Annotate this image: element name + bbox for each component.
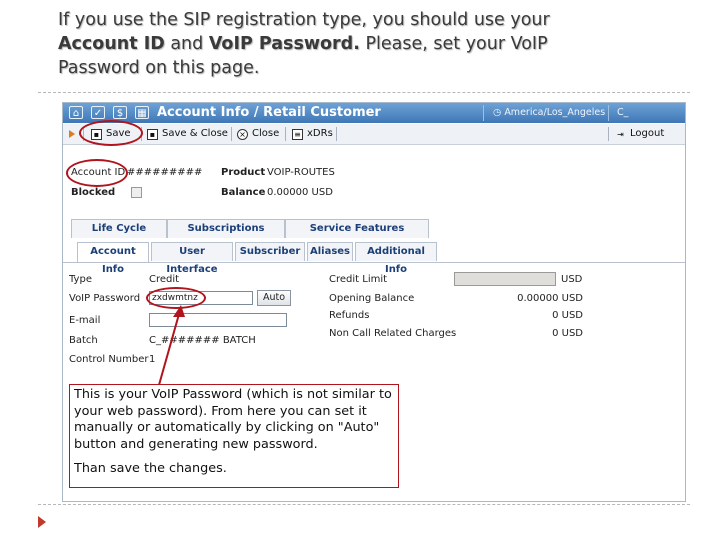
instruction-callout: This is your VoIP Password (which is not… xyxy=(69,384,399,488)
heading-and: and xyxy=(170,34,204,54)
arrow-head xyxy=(173,305,185,317)
keyword-voip-password: VoIP Password. xyxy=(208,34,360,54)
divider-bottom xyxy=(38,504,690,505)
keyword-account-id: Account ID xyxy=(58,34,165,54)
bullet-arrow-icon xyxy=(38,516,46,528)
divider-top xyxy=(38,92,690,93)
slide-heading: If you use the SIP registration type, yo… xyxy=(58,8,698,80)
heading-line-2-rest: Please, set your VoIP xyxy=(365,34,548,54)
heading-line-3: Password on this page. xyxy=(58,58,260,78)
callout-text-2: Than save the changes. xyxy=(74,461,227,476)
account-window: ⌂ ✓ $ ▦ Account Info / Retail Customer ◷… xyxy=(62,102,686,502)
heading-line-1: If you use the SIP registration type, yo… xyxy=(58,10,550,30)
heading-line-2: Account ID and VoIP Password. Please, se… xyxy=(58,32,698,56)
callout-text-1: This is your VoIP Password (which is not… xyxy=(74,387,392,452)
arrow-line xyxy=(158,306,182,386)
